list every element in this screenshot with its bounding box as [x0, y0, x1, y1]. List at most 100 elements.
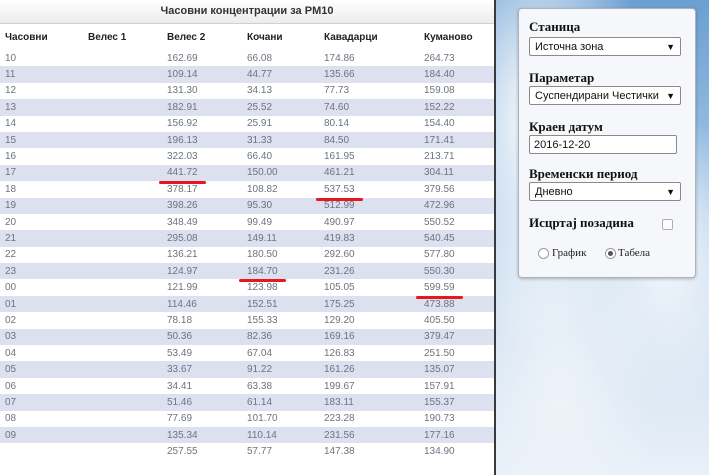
value-cell: 169.16 — [319, 328, 419, 346]
draw-background-checkbox[interactable] — [662, 219, 673, 230]
end-date-label: Краен датум — [529, 119, 603, 134]
hour-cell: 18 — [0, 181, 83, 198]
value-cell: 74.60 — [319, 99, 419, 116]
value-cell — [83, 279, 162, 296]
table-radio[interactable] — [605, 248, 616, 259]
value-cell — [83, 394, 162, 411]
value-cell — [83, 181, 162, 198]
value-cell: 109.14 — [162, 66, 242, 83]
value-cell: 135.34 — [162, 426, 242, 444]
value-cell: 108.82 — [242, 181, 319, 198]
value-cell: 161.95 — [319, 148, 419, 165]
value-cell: 264.73 — [419, 50, 494, 67]
value-cell: 91.22 — [242, 361, 319, 378]
value-cell: 63.38 — [242, 377, 319, 395]
value-cell: 182.91 — [162, 99, 242, 116]
value-cell: 31.33 — [242, 131, 319, 149]
value-cell: 53.49 — [162, 345, 242, 362]
station-label: Станица — [529, 19, 581, 34]
value-cell: 129.20 — [319, 312, 419, 329]
value-cell: 231.56 — [319, 426, 419, 444]
table-row: 03 50.36 82.36 169.16 379.47 — [0, 328, 494, 346]
value-cell: 101.70 — [242, 410, 319, 427]
value-cell: 472.96 — [419, 197, 494, 214]
hour-cell: 17 — [0, 164, 83, 182]
value-cell — [83, 213, 162, 231]
value-cell: 147.38 — [319, 443, 419, 460]
value-cell: 183.11 — [319, 394, 419, 411]
hour-cell: 09 — [0, 426, 83, 444]
parameter-select[interactable]: Суспендирани Честички ▼ — [529, 86, 681, 105]
value-cell: 155.33 — [242, 312, 319, 329]
hour-cell: 14 — [0, 115, 83, 132]
value-cell — [83, 197, 162, 214]
value-cell: 84.50 — [319, 131, 419, 149]
value-cell: 156.92 — [162, 115, 242, 132]
hour-cell — [0, 443, 83, 460]
value-cell: 199.67 — [319, 377, 419, 395]
value-cell: 135.07 — [419, 361, 494, 378]
concentration-table: Часовни Велес 1 Велес 2 Кочани Кавадарци… — [0, 24, 494, 460]
column-header: Кавадарци — [324, 31, 378, 43]
value-cell: 162.69 — [162, 50, 242, 67]
station-select[interactable]: Источна зона ▼ — [529, 37, 681, 56]
value-cell: 78.18 — [162, 312, 242, 329]
table-row: 23 124.97 184.70 231.26 550.30 — [0, 263, 494, 283]
table-row: 14 156.92 25.91 80.14 154.40 — [0, 115, 494, 132]
value-cell: 66.08 — [242, 50, 319, 67]
dropdown-arrow-icon: ▼ — [666, 42, 675, 52]
table-row: 257.55 57.77 147.38 134.90 — [0, 443, 494, 460]
value-cell — [83, 131, 162, 149]
value-cell: 57.77 — [242, 443, 319, 460]
value-cell — [83, 328, 162, 346]
value-cell: 66.40 — [242, 148, 319, 165]
value-cell: 82.36 — [242, 328, 319, 346]
end-date-input[interactable]: 2016-12-20 — [529, 135, 677, 154]
table-row: 08 77.69 101.70 223.28 190.73 — [0, 410, 494, 427]
table-row: 19 398.26 95.30 512.99 472.96 — [0, 197, 494, 214]
table-row: 17 441.72 150.00 461.21 304.11 — [0, 164, 494, 185]
red-underline-mark — [416, 295, 463, 299]
value-cell: 126.83 — [319, 345, 419, 362]
table-row: 20 348.49 99.49 490.97 550.52 — [0, 213, 494, 231]
value-cell: 135.66 — [319, 66, 419, 83]
value-cell: 34.13 — [242, 82, 319, 100]
table-row: 09 135.34 110.14 231.56 177.16 — [0, 426, 494, 444]
value-cell — [83, 82, 162, 100]
value-cell: 257.55 — [162, 443, 242, 460]
table-row: 02 78.18 155.33 129.20 405.50 — [0, 312, 494, 329]
value-cell — [83, 99, 162, 116]
hour-cell: 13 — [0, 99, 83, 116]
table-row: 16 322.03 66.40 161.95 213.71 — [0, 148, 494, 165]
graph-radio[interactable] — [538, 248, 549, 259]
value-cell: 25.91 — [242, 115, 319, 132]
value-cell: 110.14 — [242, 426, 319, 444]
table-row: 15 196.13 31.33 84.50 171.41 — [0, 131, 494, 149]
value-cell — [83, 361, 162, 378]
value-cell — [83, 164, 162, 182]
value-cell — [83, 148, 162, 165]
value-cell — [83, 345, 162, 362]
table-row: 10 162.69 66.08 174.86 264.73 — [0, 50, 494, 67]
graph-radio-label: График — [552, 247, 587, 259]
period-label: Временски период — [529, 166, 638, 181]
hour-cell: 07 — [0, 394, 83, 411]
value-cell: 461.21 — [319, 164, 419, 182]
value-cell: 44.77 — [242, 66, 319, 83]
hour-cell: 03 — [0, 328, 83, 346]
value-cell: 180.50 — [242, 246, 319, 264]
hour-cell: 20 — [0, 213, 83, 231]
sky-sidebar: Станица Источна зона ▼ Параметар Суспенд… — [496, 0, 709, 475]
value-cell: 405.50 — [419, 312, 494, 329]
value-cell — [83, 66, 162, 83]
value-cell: 171.41 — [419, 131, 494, 149]
value-cell: 114.46 — [162, 295, 242, 313]
value-cell: 149.11 — [242, 230, 319, 247]
value-cell: 131.30 — [162, 82, 242, 100]
value-cell: 419.83 — [319, 230, 419, 247]
hour-cell: 21 — [0, 230, 83, 247]
period-select[interactable]: Дневно ▼ — [529, 182, 681, 201]
filter-form: Станица Источна зона ▼ Параметар Суспенд… — [518, 8, 696, 278]
hour-cell: 16 — [0, 148, 83, 165]
value-cell: 348.49 — [162, 213, 242, 231]
